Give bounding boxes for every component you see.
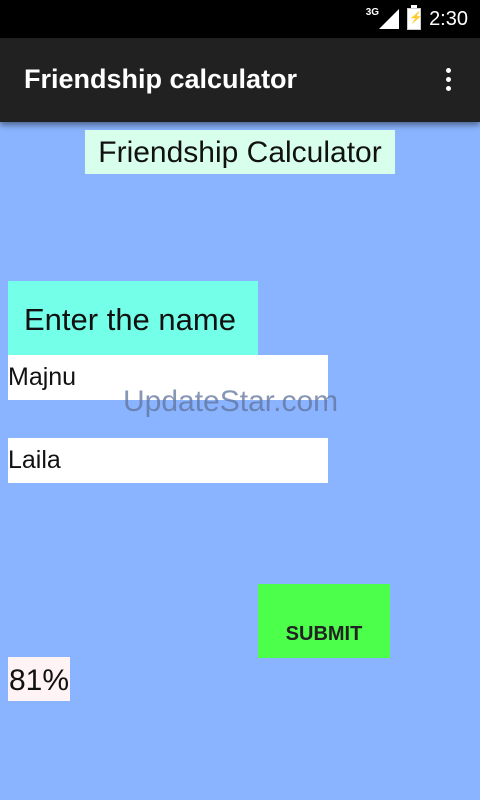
result-percentage: 81% [8,657,70,701]
battery-charging-icon [407,5,423,30]
signal-icon [379,9,400,29]
action-bar: Friendship calculator [0,38,480,122]
second-name-input[interactable] [8,438,328,483]
first-name-input[interactable] [8,355,328,400]
status-bar: 3G 2:30 [0,0,480,38]
status-time: 2:30 [429,7,468,30]
enter-name-label: Enter the name [8,281,258,355]
status-icons: 3G 2:30 [366,0,468,38]
app-title: Friendship calculator [24,64,298,94]
overflow-menu-icon[interactable] [446,68,452,94]
page-heading: Friendship Calculator [85,130,395,174]
network-type-label: 3G [365,6,380,18]
submit-button[interactable]: SUBMIT [258,584,390,658]
